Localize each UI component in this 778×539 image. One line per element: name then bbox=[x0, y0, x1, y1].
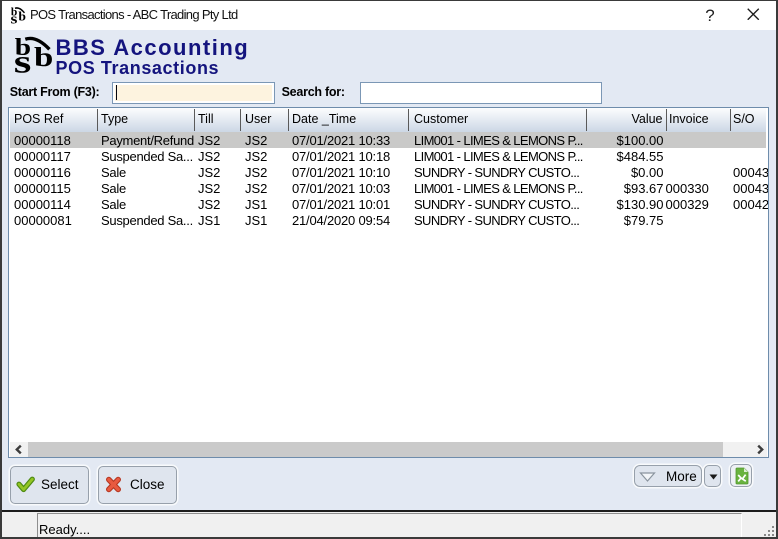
svg-text:s: s bbox=[10, 10, 17, 26]
svg-text:s: s bbox=[14, 44, 32, 77]
svg-text:b: b bbox=[18, 9, 25, 23]
svg-text:b: b bbox=[34, 41, 52, 72]
